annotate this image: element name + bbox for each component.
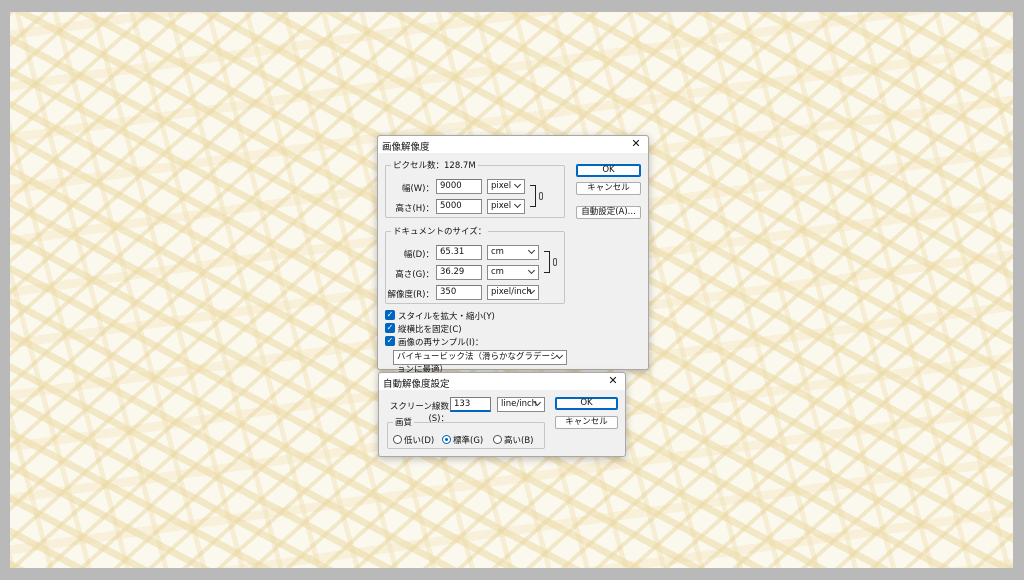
auto-button[interactable]: 自動設定(A)... bbox=[576, 206, 641, 219]
checkmark-icon: ✓ bbox=[385, 310, 395, 320]
radio-icon bbox=[493, 435, 502, 444]
width-input[interactable]: 9000 bbox=[436, 179, 482, 194]
auto-dialog-title: 自動解像度設定 bbox=[383, 379, 450, 390]
height-unit-select[interactable]: pixel bbox=[487, 199, 525, 214]
pixel-dimensions-label: ピクセル数：128.7M bbox=[391, 159, 478, 171]
doc-height-unit-value: cm bbox=[491, 267, 504, 277]
chevron-down-icon bbox=[513, 200, 522, 209]
auto-resolution-titlebar: 自動解像度設定 ✕ bbox=[379, 373, 625, 390]
resolution-unit-select[interactable]: pixel/inch bbox=[487, 285, 539, 300]
width-unit-value: pixel bbox=[491, 181, 512, 191]
resolution-label: 解像度(R)： bbox=[387, 290, 434, 300]
height-label: 高さ(H)： bbox=[395, 204, 434, 214]
document-size-label: ドキュメントのサイズ： bbox=[391, 225, 489, 237]
screen-unit-value: line/inch bbox=[501, 399, 538, 409]
auto-ok-button[interactable]: OK bbox=[555, 397, 618, 410]
doc-width-input[interactable]: 65.31 bbox=[436, 245, 482, 260]
auto-resolution-dialog: 自動解像度設定 ✕ スクリーン線数(S)： 133 line/inch OK キ… bbox=[378, 372, 626, 457]
chevron-down-icon bbox=[527, 246, 536, 255]
checkmark-icon: ✓ bbox=[385, 336, 395, 346]
radio-selected-icon bbox=[442, 435, 451, 444]
dialog-title: 画像解像度 bbox=[382, 142, 430, 153]
width-label: 幅(W)： bbox=[401, 184, 434, 194]
doc-width-unit-value: cm bbox=[491, 247, 504, 257]
screen-frequency-input[interactable]: 133 bbox=[450, 397, 491, 412]
doc-width-unit-select[interactable]: cm bbox=[487, 245, 539, 260]
image-size-titlebar: 画像解像度 ✕ bbox=[378, 136, 648, 153]
chevron-down-icon bbox=[513, 180, 522, 189]
link-icon bbox=[539, 192, 543, 200]
pixel-dimensions-group: ピクセル数：128.7M 幅(W)： 9000 pixel 高さ(H)： 500… bbox=[385, 159, 565, 218]
width-unit-select[interactable]: pixel bbox=[487, 179, 525, 194]
resolution-unit-value: pixel/inch bbox=[491, 287, 532, 297]
doc-width-label: 幅(D)： bbox=[403, 250, 434, 260]
screen-unit-select[interactable]: line/inch bbox=[497, 397, 545, 412]
radio-icon bbox=[393, 435, 402, 444]
auto-cancel-button[interactable]: キャンセル bbox=[555, 416, 618, 429]
quality-label: 画質 bbox=[393, 416, 415, 428]
height-unit-value: pixel bbox=[491, 201, 512, 211]
resolution-input[interactable]: 350 bbox=[436, 285, 482, 300]
chevron-down-icon bbox=[527, 266, 536, 275]
constrain-bracket bbox=[530, 185, 536, 207]
document-size-group: ドキュメントのサイズ： 幅(D)： 65.31 cm 高さ(G)： 36.29 … bbox=[385, 225, 565, 304]
doc-height-input[interactable]: 36.29 bbox=[436, 265, 482, 280]
doc-height-label: 高さ(G)： bbox=[395, 270, 434, 280]
ok-button[interactable]: OK bbox=[576, 164, 641, 177]
scale-styles-label: スタイルを拡大・縮小(Y) bbox=[398, 312, 495, 322]
resample-method-select[interactable]: バイキュービック法（滑らかなグラデーションに最適） bbox=[393, 350, 567, 375]
resample-label: 画像の再サンプル(I)： bbox=[398, 338, 484, 348]
height-input[interactable]: 5000 bbox=[436, 199, 482, 214]
image-size-dialog: 画像解像度 ✕ ピクセル数：128.7M 幅(W)： 9000 pixel 高さ… bbox=[377, 135, 649, 375]
close-icon[interactable]: ✕ bbox=[629, 137, 643, 151]
quality-low-label: 低い(D) bbox=[404, 436, 435, 446]
doc-constrain-bracket bbox=[544, 251, 550, 273]
cancel-button[interactable]: キャンセル bbox=[576, 182, 641, 195]
checkmark-icon: ✓ bbox=[385, 323, 395, 333]
quality-high-label: 高い(B) bbox=[504, 436, 534, 446]
quality-standard-label: 標準(G) bbox=[453, 436, 484, 446]
doc-height-unit-select[interactable]: cm bbox=[487, 265, 539, 280]
link-icon bbox=[553, 258, 557, 266]
constrain-label: 縦横比を固定(C) bbox=[398, 325, 462, 335]
close-icon[interactable]: ✕ bbox=[606, 374, 620, 388]
